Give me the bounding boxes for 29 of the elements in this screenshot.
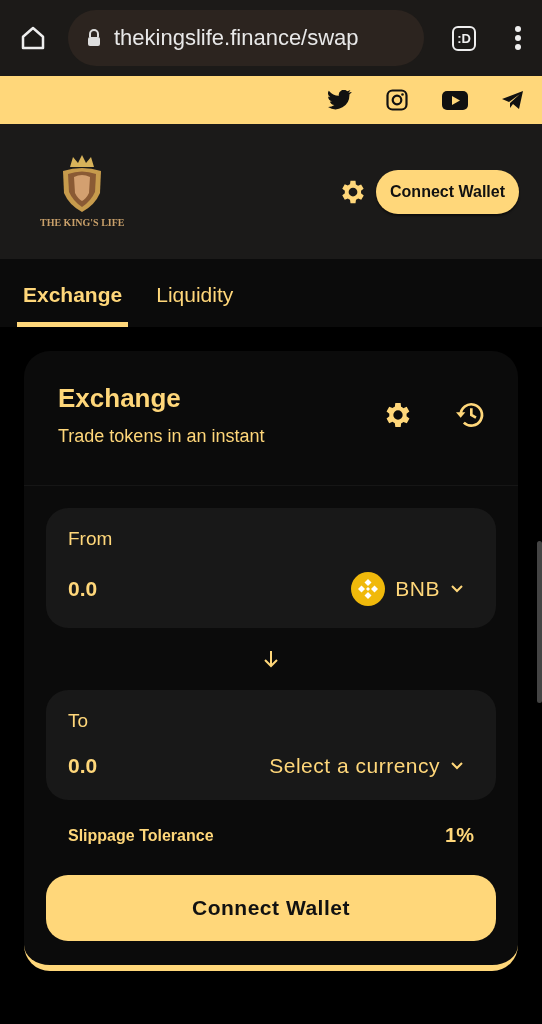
- logo-text: THE KING'S LIFE: [40, 217, 125, 228]
- scrollbar[interactable]: [537, 541, 542, 703]
- slippage-label: Slippage Tolerance: [68, 826, 214, 845]
- card-subtitle: Trade tokens in an instant: [58, 426, 266, 447]
- chevron-down-icon: [450, 761, 464, 771]
- camera-icon[interactable]: [386, 89, 408, 111]
- menu-icon[interactable]: [514, 25, 522, 51]
- amount-field[interactable]: 0.0: [68, 754, 188, 778]
- panel-label: From: [68, 528, 114, 550]
- amount-field[interactable]: 0.0: [68, 577, 188, 601]
- token-selector[interactable]: BNB: [351, 572, 474, 606]
- lock-icon: [86, 29, 102, 47]
- card-title: Exchange: [58, 383, 182, 414]
- bird-icon[interactable]: [328, 90, 352, 110]
- chevron-down-icon: [450, 584, 464, 594]
- address-bar[interactable]: thekingslife.finance/swap: [68, 10, 425, 66]
- tab-switcher-button[interactable]: :D: [452, 25, 476, 51]
- diamond-coin-icon: [351, 572, 386, 606]
- play-icon[interactable]: [442, 90, 468, 110]
- tab[interactable]: Exchange: [17, 259, 129, 327]
- down-arrow-icon[interactable]: [263, 650, 279, 668]
- connect-wallet-button[interactable]: Connect Wallet: [376, 169, 519, 214]
- tab[interactable]: Liquidity: [150, 259, 240, 327]
- slippage-value: 1%: [445, 824, 474, 847]
- panel-label: To: [68, 710, 90, 732]
- token-selector[interactable]: Select a currency: [269, 754, 474, 778]
- paper-plane-icon[interactable]: [502, 90, 524, 110]
- url-text: thekingslife.finance/swap: [114, 25, 359, 51]
- connect-wallet-button[interactable]: Connect Wallet: [46, 875, 496, 941]
